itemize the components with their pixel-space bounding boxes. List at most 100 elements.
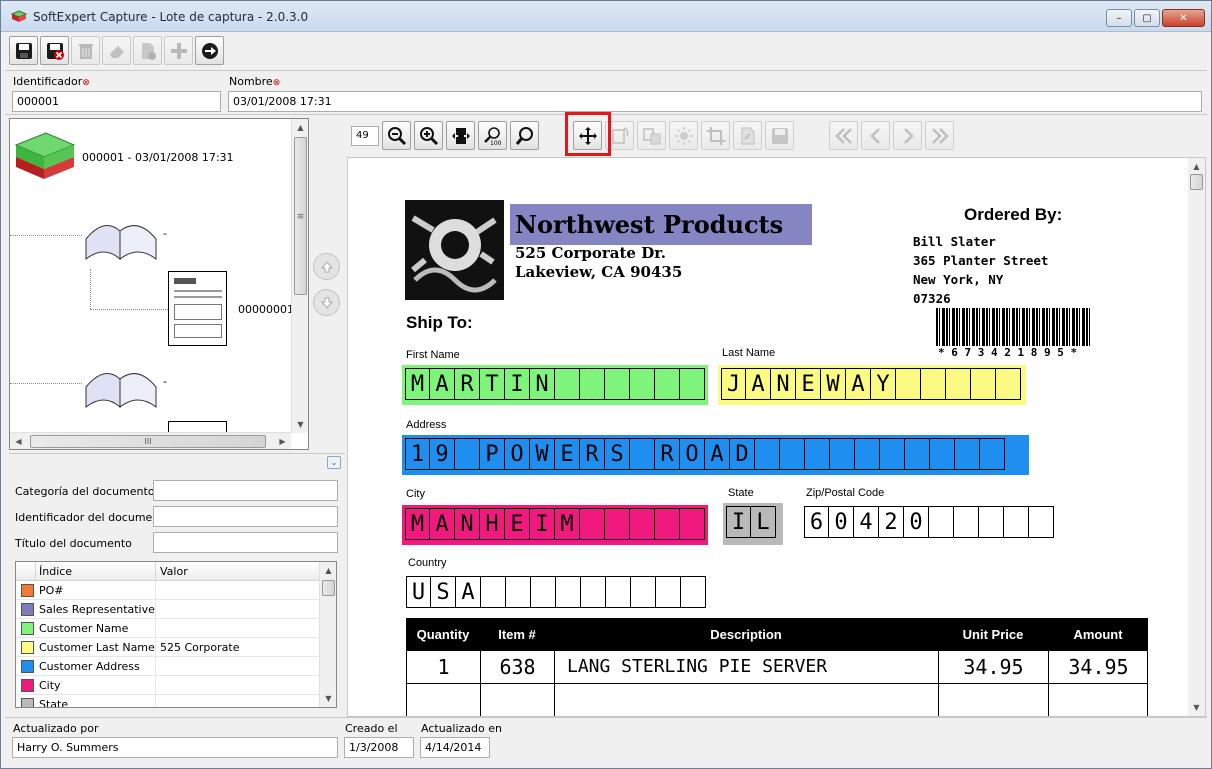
scroll-down-arrow[interactable]: ▼ bbox=[1188, 699, 1205, 716]
toolbar-divider bbox=[5, 70, 1207, 71]
scroll-up-arrow[interactable]: ▲ bbox=[292, 119, 308, 136]
rotate-page-button[interactable] bbox=[637, 121, 666, 150]
zoom-out-button[interactable] bbox=[382, 121, 411, 150]
identifier-field[interactable]: 000001 bbox=[12, 91, 221, 112]
name-field[interactable]: 03/01/2008 17:31 bbox=[228, 91, 1202, 112]
tree-document-label[interactable]: - bbox=[163, 375, 167, 388]
eraser-button[interactable] bbox=[102, 36, 131, 65]
grid-cell-index[interactable]: Sales Representative bbox=[39, 600, 156, 619]
document-vertical-scrollbar[interactable]: ▲ ▼ bbox=[1188, 158, 1205, 716]
zoom-100-button[interactable]: 100 bbox=[478, 121, 507, 150]
last-page-button[interactable] bbox=[925, 121, 954, 150]
character-box: O bbox=[505, 438, 530, 470]
document-id-field[interactable] bbox=[153, 506, 338, 527]
grid-header-index[interactable]: Índice bbox=[39, 562, 156, 581]
grid-cell-value[interactable] bbox=[160, 619, 310, 638]
grid-cell-value[interactable]: 525 Corporate bbox=[160, 638, 310, 657]
grid-row[interactable]: PO# bbox=[16, 581, 321, 600]
grid-cell-index[interactable]: PO# bbox=[39, 581, 156, 600]
tree-document-label[interactable]: - bbox=[163, 227, 167, 240]
page-thumbnail[interactable] bbox=[168, 271, 227, 346]
brightness-button[interactable] bbox=[669, 121, 698, 150]
move-up-button[interactable] bbox=[313, 253, 340, 280]
maximize-button[interactable]: ▢ bbox=[1134, 9, 1160, 27]
document-id-label: Identificador del documento bbox=[15, 511, 171, 524]
grid-cell-index[interactable]: City bbox=[39, 676, 156, 695]
previous-page-button[interactable] bbox=[861, 121, 890, 150]
scroll-thumb[interactable]: III bbox=[30, 435, 266, 448]
scroll-thumb[interactable] bbox=[1190, 174, 1203, 190]
close-button[interactable]: ✕ bbox=[1162, 9, 1205, 27]
updated-on-label: Actualizado en bbox=[421, 722, 502, 735]
grid-cell-value[interactable] bbox=[160, 600, 310, 619]
grid-cell-index[interactable]: Customer Name bbox=[39, 619, 156, 638]
grid-cell-index[interactable]: Customer Last Name bbox=[39, 638, 156, 657]
scroll-down-arrow[interactable]: ▼ bbox=[292, 416, 308, 433]
grid-cell-value[interactable] bbox=[160, 657, 310, 676]
minimize-button[interactable]: – bbox=[1106, 9, 1132, 27]
zoom-in-button[interactable] bbox=[414, 121, 443, 150]
scroll-up-arrow[interactable]: ▲ bbox=[1188, 158, 1205, 175]
grid-row[interactable]: Customer Last Name 525 Corporate bbox=[16, 638, 321, 657]
category-field[interactable] bbox=[153, 480, 338, 501]
scroll-down-arrow[interactable]: ▼ bbox=[320, 690, 336, 707]
ordered-by-zip: 07326 bbox=[913, 291, 951, 306]
updated-by-field[interactable]: Harry O. Summers bbox=[12, 737, 338, 758]
grid-row[interactable]: Sales Representative bbox=[16, 600, 321, 619]
tree-horizontal-scrollbar[interactable]: ◀ III ▶ bbox=[10, 432, 291, 449]
created-on-field[interactable]: 1/3/2008 bbox=[344, 737, 414, 758]
line-item-unit-price: 34.95 bbox=[939, 651, 1049, 683]
character-box: 1 bbox=[405, 438, 430, 470]
batch-tree[interactable]: 000001 - 03/01/2008 17:31 - 00000001. - … bbox=[9, 118, 309, 450]
line-item-quantity: 1 bbox=[407, 651, 481, 683]
crop-button[interactable] bbox=[701, 121, 730, 150]
fit-page-button[interactable] bbox=[446, 121, 475, 150]
index-grid[interactable]: Índice Valor PO# Sales Representative Cust… bbox=[15, 561, 337, 708]
scroll-right-arrow[interactable]: ▶ bbox=[274, 433, 291, 449]
zoom-level-field[interactable]: 49 bbox=[351, 126, 379, 146]
delete-button[interactable] bbox=[71, 36, 100, 65]
next-page-button[interactable] bbox=[893, 121, 922, 150]
add-page-button[interactable] bbox=[133, 36, 162, 65]
updated-on-field[interactable]: 4/14/2014 bbox=[420, 737, 490, 758]
grid-row[interactable]: City bbox=[16, 676, 321, 695]
scroll-left-arrow[interactable]: ◀ bbox=[10, 433, 27, 449]
grid-cell-value[interactable] bbox=[160, 676, 310, 695]
line-item-row-empty bbox=[406, 684, 1148, 716]
grid-cell-index[interactable]: Customer Address bbox=[39, 657, 156, 676]
grid-cell-value[interactable] bbox=[160, 581, 310, 600]
ordered-by-title: Ordered By: bbox=[964, 205, 1063, 224]
character-box bbox=[921, 368, 946, 400]
export-button[interactable] bbox=[733, 121, 762, 150]
zoom-area-button[interactable] bbox=[510, 121, 539, 150]
save-and-close-button[interactable] bbox=[40, 36, 69, 65]
tree-page-label[interactable]: 00000001. bbox=[238, 303, 298, 316]
grid-vertical-scrollbar[interactable]: ▲ ▼ bbox=[319, 562, 336, 707]
document-title-field[interactable] bbox=[153, 532, 338, 553]
tree-root-label[interactable]: 000001 - 03/01/2008 17:31 bbox=[82, 151, 234, 164]
character-box bbox=[1004, 506, 1029, 538]
tree-vertical-scrollbar[interactable]: ▲ ≡ ▼ bbox=[291, 119, 308, 433]
exit-button[interactable] bbox=[195, 36, 224, 65]
grid-header-value[interactable]: Valor bbox=[160, 562, 310, 581]
scroll-up-arrow[interactable]: ▲ bbox=[320, 562, 336, 579]
document-viewer[interactable]: Northwest Products 525 Corporate Dr. Lak… bbox=[347, 157, 1206, 717]
scroll-thumb[interactable]: ≡ bbox=[294, 137, 307, 295]
move-down-button[interactable] bbox=[313, 289, 340, 316]
character-box: U bbox=[406, 576, 431, 608]
scroll-thumb[interactable] bbox=[322, 580, 335, 596]
ordered-by-name: Bill Slater bbox=[913, 234, 996, 249]
first-page-button[interactable] bbox=[829, 121, 858, 150]
grid-cell-index[interactable]: State bbox=[39, 695, 156, 707]
grid-row[interactable]: Customer Address bbox=[16, 657, 321, 676]
save-button[interactable] bbox=[9, 36, 38, 65]
required-icon: ⊗ bbox=[82, 78, 90, 88]
character-box: D bbox=[730, 438, 755, 470]
collapse-panel-button[interactable]: ⌄ bbox=[327, 456, 341, 469]
character-box bbox=[605, 368, 630, 400]
grid-row[interactable]: State bbox=[16, 695, 321, 707]
add-button[interactable] bbox=[164, 36, 193, 65]
save-image-button[interactable] bbox=[765, 121, 794, 150]
grid-cell-value[interactable] bbox=[160, 695, 310, 707]
grid-row[interactable]: Customer Name bbox=[16, 619, 321, 638]
